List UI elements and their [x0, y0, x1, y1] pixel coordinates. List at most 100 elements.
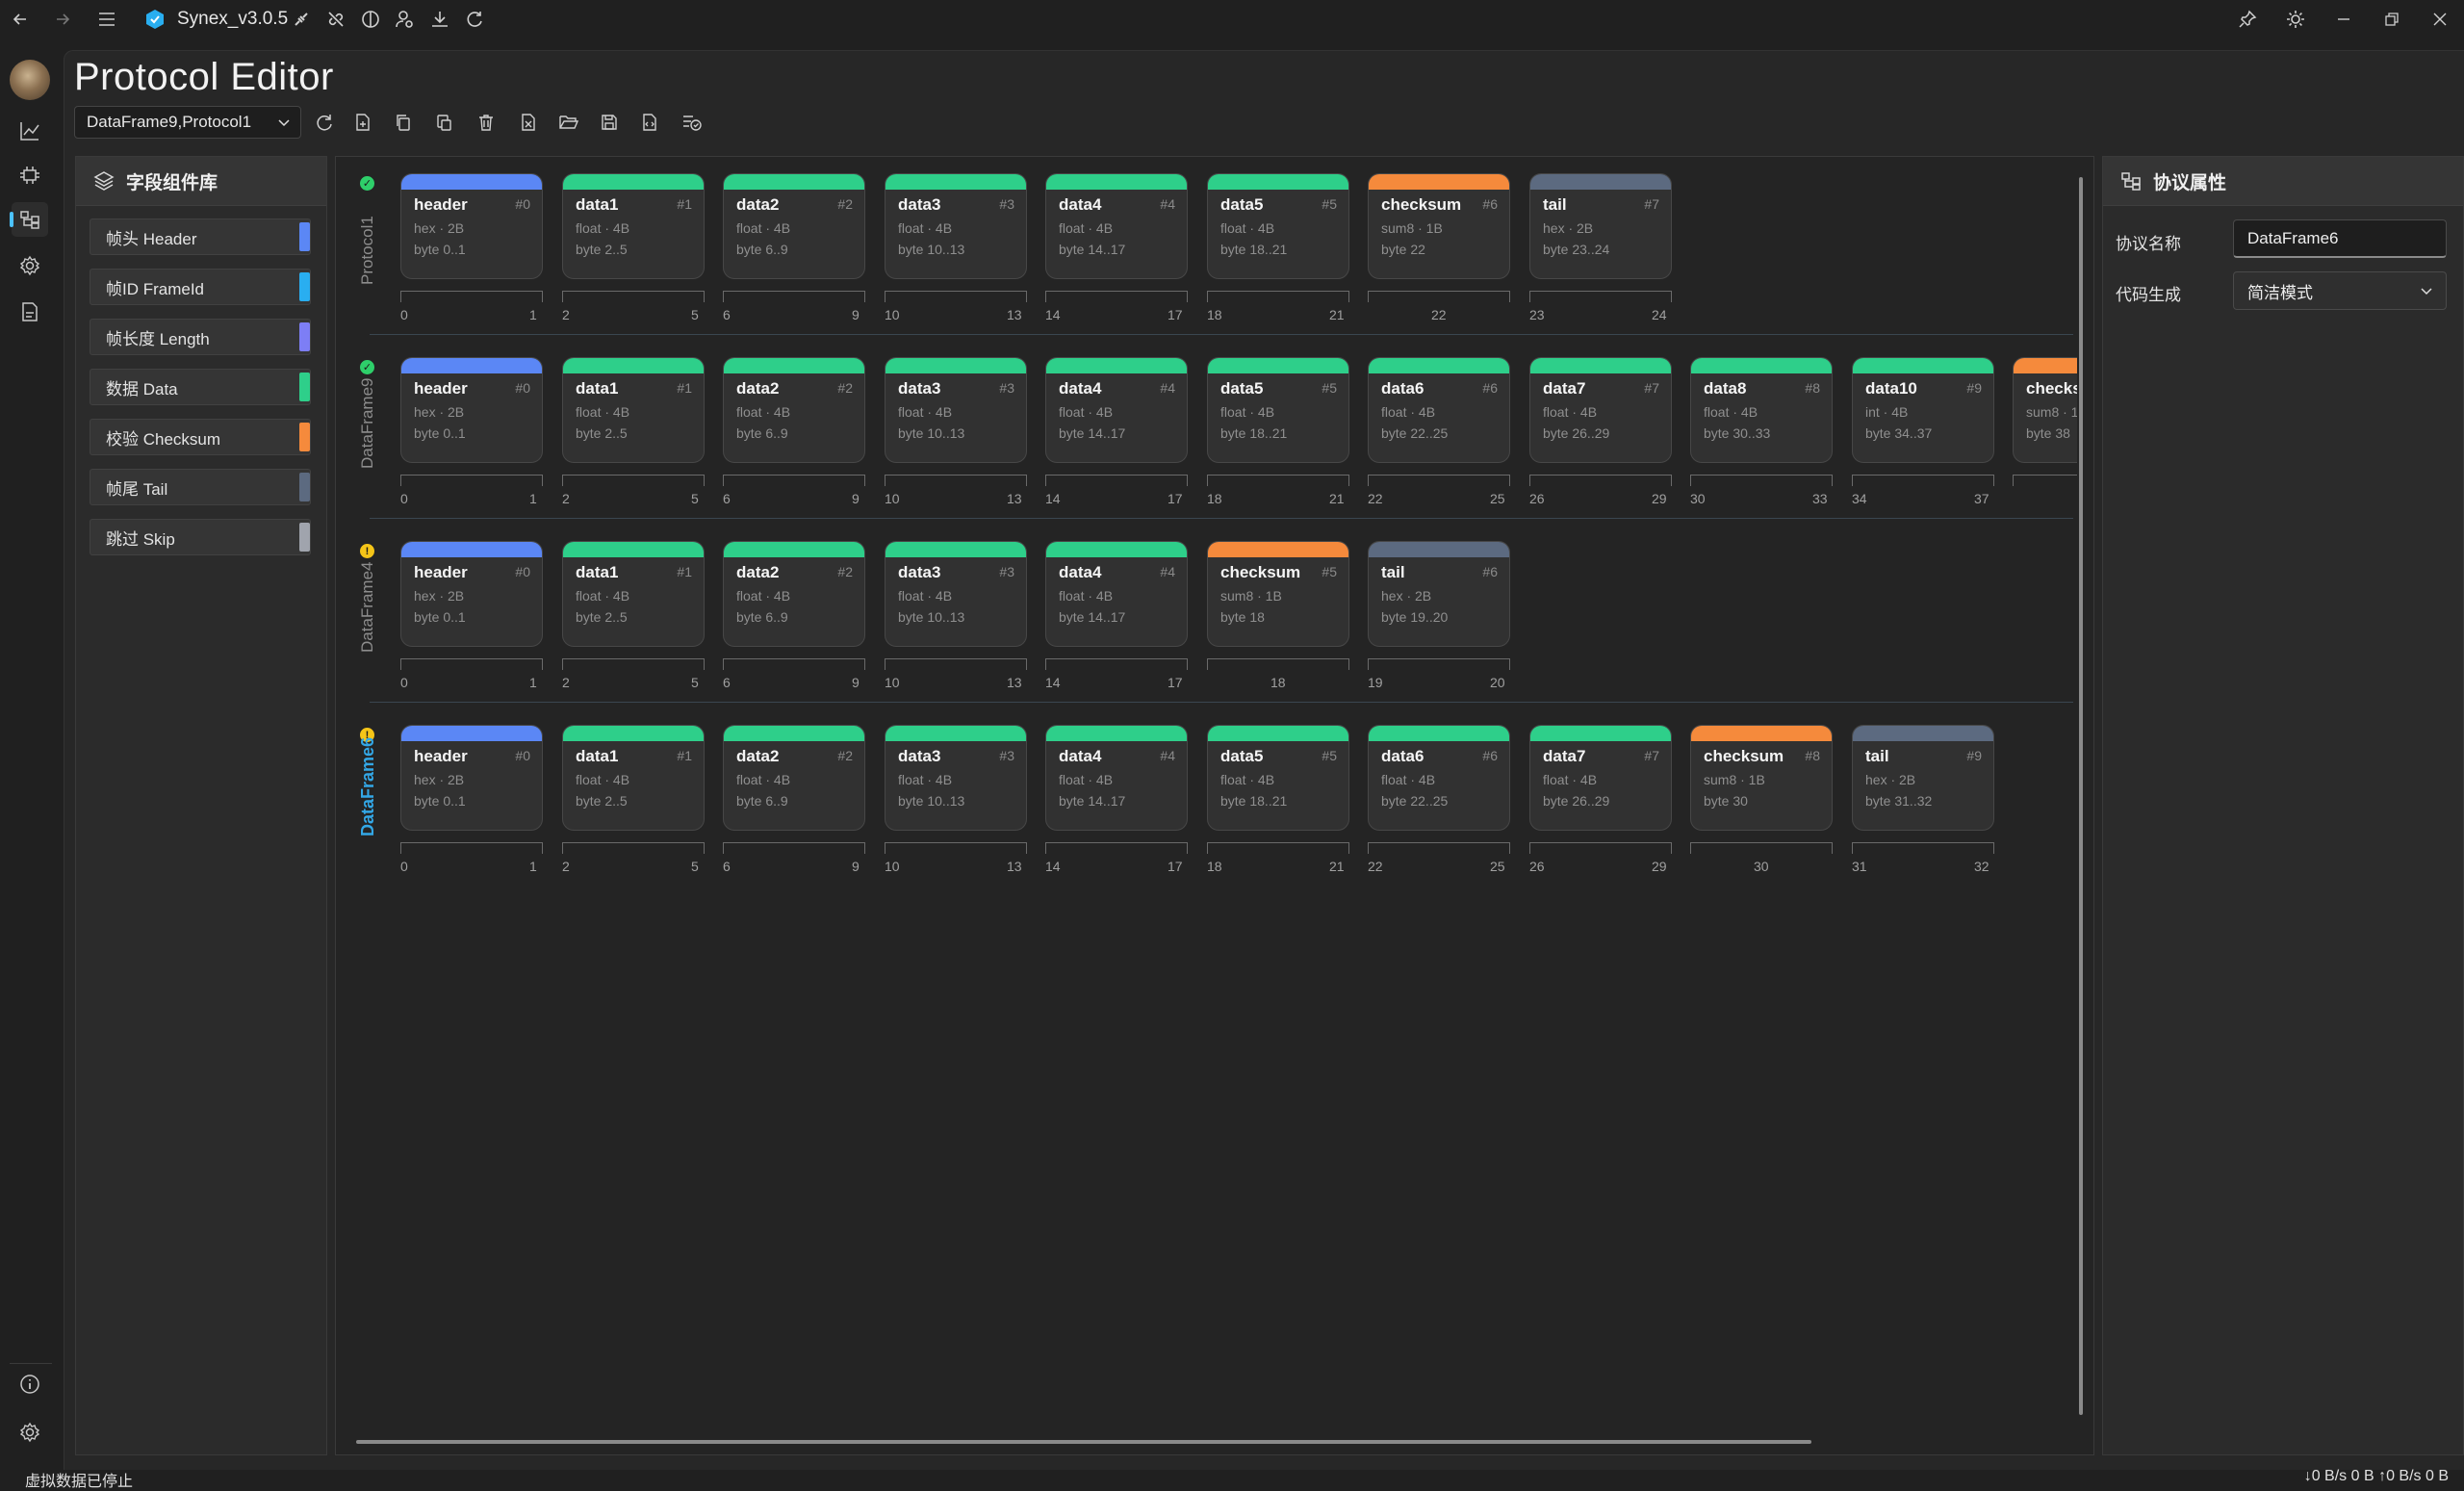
field-card-data[interactable]: data7 #7 float · 4B byte 26..29 [1529, 357, 1672, 463]
lib-item-length[interactable]: 帧长度 Length [90, 319, 311, 355]
lib-item-skip[interactable]: 跳过 Skip [90, 519, 311, 555]
field-type-color-bar [724, 174, 864, 190]
protocol-row-label[interactable]: DataFrame4 [358, 562, 377, 653]
nav-chart-icon[interactable] [12, 114, 48, 148]
byte-offset-start: 22 [1368, 491, 1383, 506]
field-card-data[interactable]: data4 #4 float · 4B byte 14..17 [1045, 541, 1188, 647]
refresh-icon[interactable] [460, 6, 489, 33]
field-card-data[interactable]: data7 #7 float · 4B byte 26..29 [1529, 725, 1672, 831]
field-card-checksum[interactable]: checksum #8 sum8 · 1B byte 30 [1690, 725, 1833, 831]
paste-icon[interactable] [429, 108, 458, 137]
byte-ruler [1368, 658, 1510, 670]
field-card-data[interactable]: data3 #3 float · 4B byte 10..13 [885, 725, 1027, 831]
reload-icon[interactable] [310, 108, 339, 137]
field-card-checksum[interactable]: checksum #6 sum8 · 1B byte 22 [1368, 173, 1510, 279]
field-card-data[interactable]: data3 #3 float · 4B byte 10..13 [885, 541, 1027, 647]
field-card-data[interactable]: data1 #1 float · 4B byte 2..5 [562, 357, 705, 463]
field-card-header[interactable]: header #0 hex · 2B byte 0..1 [400, 173, 543, 279]
field-type-color-bar [724, 542, 864, 557]
pin-icon[interactable] [2233, 6, 2262, 33]
validate-icon[interactable] [678, 108, 706, 137]
protocol-row-label[interactable]: DataFrame9 [358, 378, 377, 469]
avatar[interactable] [10, 60, 50, 100]
lib-item-frameid[interactable]: 帧ID FrameId [90, 269, 311, 305]
clear-file-icon[interactable] [514, 108, 543, 137]
lib-item-tail[interactable]: 帧尾 Tail [90, 469, 311, 505]
lib-item-data[interactable]: 数据 Data [90, 369, 311, 405]
connect-icon[interactable] [287, 6, 316, 33]
field-card-data[interactable]: data1 #1 float · 4B byte 2..5 [562, 725, 705, 831]
protocol-row-label[interactable]: Protocol1 [358, 216, 377, 285]
menu-icon[interactable] [92, 6, 121, 33]
field-card-data[interactable]: data3 #3 float · 4B byte 10..13 [885, 173, 1027, 279]
field-card-data[interactable]: data10 #9 int · 4B byte 34..37 [1852, 357, 1994, 463]
info-icon[interactable] [12, 1367, 48, 1401]
export-code-icon[interactable] [635, 108, 664, 137]
open-folder-icon[interactable] [554, 108, 583, 137]
nav-chip-icon[interactable] [12, 158, 48, 193]
nav-protocol-icon[interactable] [10, 202, 48, 237]
field-card-data[interactable]: data8 #8 float · 4B byte 30..33 [1690, 357, 1833, 463]
code-gen-select[interactable]: 简洁模式 [2233, 271, 2447, 310]
lib-item-header[interactable]: 帧头 Header [90, 219, 311, 255]
byte-ruler [1852, 475, 1994, 486]
field-card-data[interactable]: data5 #5 float · 4B byte 18..21 [1207, 357, 1349, 463]
new-file-icon[interactable] [348, 108, 377, 137]
field-card-data[interactable]: data2 #2 float · 4B byte 6..9 [723, 725, 865, 831]
field-card-data[interactable]: data4 #4 float · 4B byte 14..17 [1045, 357, 1188, 463]
field-card-data[interactable]: data1 #1 float · 4B byte 2..5 [562, 173, 705, 279]
byte-offset-end: 21 [1329, 859, 1345, 874]
nav-document-icon[interactable] [12, 295, 48, 329]
field-card-tail[interactable]: tail #9 hex · 2B byte 31..32 [1852, 725, 1994, 831]
nav-gear-icon[interactable] [12, 248, 48, 283]
field-card-tail[interactable]: tail #7 hex · 2B byte 23..24 [1529, 173, 1672, 279]
user-settings-icon[interactable] [391, 6, 420, 33]
field-card-tail[interactable]: tail #6 hex · 2B byte 19..20 [1368, 541, 1510, 647]
save-icon[interactable] [595, 108, 624, 137]
field-card-data[interactable]: data4 #4 float · 4B byte 14..17 [1045, 725, 1188, 831]
field-index: #6 [1482, 380, 1498, 396]
field-card-header[interactable]: header #0 hex · 2B byte 0..1 [400, 541, 543, 647]
field-card-data[interactable]: data5 #5 float · 4B byte 18..21 [1207, 725, 1349, 831]
field-card-header[interactable]: header #0 hex · 2B byte 0..1 [400, 725, 543, 831]
byte-ruler [1690, 475, 1833, 486]
lib-item-label: 帧头 Header [106, 229, 197, 248]
vertical-scrollbar[interactable] [2079, 177, 2083, 1415]
field-type-size: sum8 · 1B [1220, 588, 1282, 604]
field-byte-range: byte 30..33 [1704, 425, 1771, 441]
field-index: #9 [1966, 380, 1982, 396]
delete-icon[interactable] [472, 108, 500, 137]
field-card-data[interactable]: data3 #3 float · 4B byte 10..13 [885, 357, 1027, 463]
theme-sun-icon[interactable] [2281, 6, 2310, 33]
back-arrow-icon[interactable] [6, 6, 35, 33]
field-card-data[interactable]: data2 #2 float · 4B byte 6..9 [723, 541, 865, 647]
field-card-data[interactable]: data4 #4 float · 4B byte 14..17 [1045, 173, 1188, 279]
lib-item-checksum[interactable]: 校验 Checksum [90, 419, 311, 455]
protocol-row-label[interactable]: DataFrame6 [358, 737, 378, 836]
minimize-icon[interactable] [2329, 6, 2358, 33]
horizontal-scrollbar[interactable] [356, 1440, 1811, 1444]
field-card-checksum[interactable]: checksum #5 sum8 · 1B byte 18 [1207, 541, 1349, 647]
disconnect-icon[interactable] [321, 6, 350, 33]
field-card-checksum[interactable]: checks sum8 · 1 byte 38 [2013, 357, 2077, 463]
field-card-data[interactable]: data2 #2 float · 4B byte 6..9 [723, 357, 865, 463]
protocol-name-input[interactable]: DataFrame6 [2233, 219, 2447, 258]
protocol-selector[interactable]: DataFrame9,Protocol1 [74, 106, 301, 139]
field-card-data[interactable]: data6 #6 float · 4B byte 22..25 [1368, 357, 1510, 463]
field-card-data[interactable]: data2 #2 float · 4B byte 6..9 [723, 173, 865, 279]
forward-arrow-icon[interactable] [48, 6, 77, 33]
settings-icon[interactable] [12, 1415, 48, 1450]
download-icon[interactable] [425, 6, 454, 33]
field-type-color-bar [1046, 542, 1187, 557]
field-card-data[interactable]: data6 #6 float · 4B byte 22..25 [1368, 725, 1510, 831]
field-type-color-bar [1208, 174, 1348, 190]
close-icon[interactable] [2426, 6, 2454, 33]
field-card-data[interactable]: data1 #1 float · 4B byte 2..5 [562, 541, 705, 647]
field-type-color-bar [1046, 726, 1187, 741]
field-type-size: float · 4B [898, 220, 953, 236]
copy-icon[interactable] [389, 108, 418, 137]
contrast-icon[interactable] [356, 6, 385, 33]
restore-icon[interactable] [2377, 6, 2406, 33]
field-card-data[interactable]: data5 #5 float · 4B byte 18..21 [1207, 173, 1349, 279]
field-card-header[interactable]: header #0 hex · 2B byte 0..1 [400, 357, 543, 463]
